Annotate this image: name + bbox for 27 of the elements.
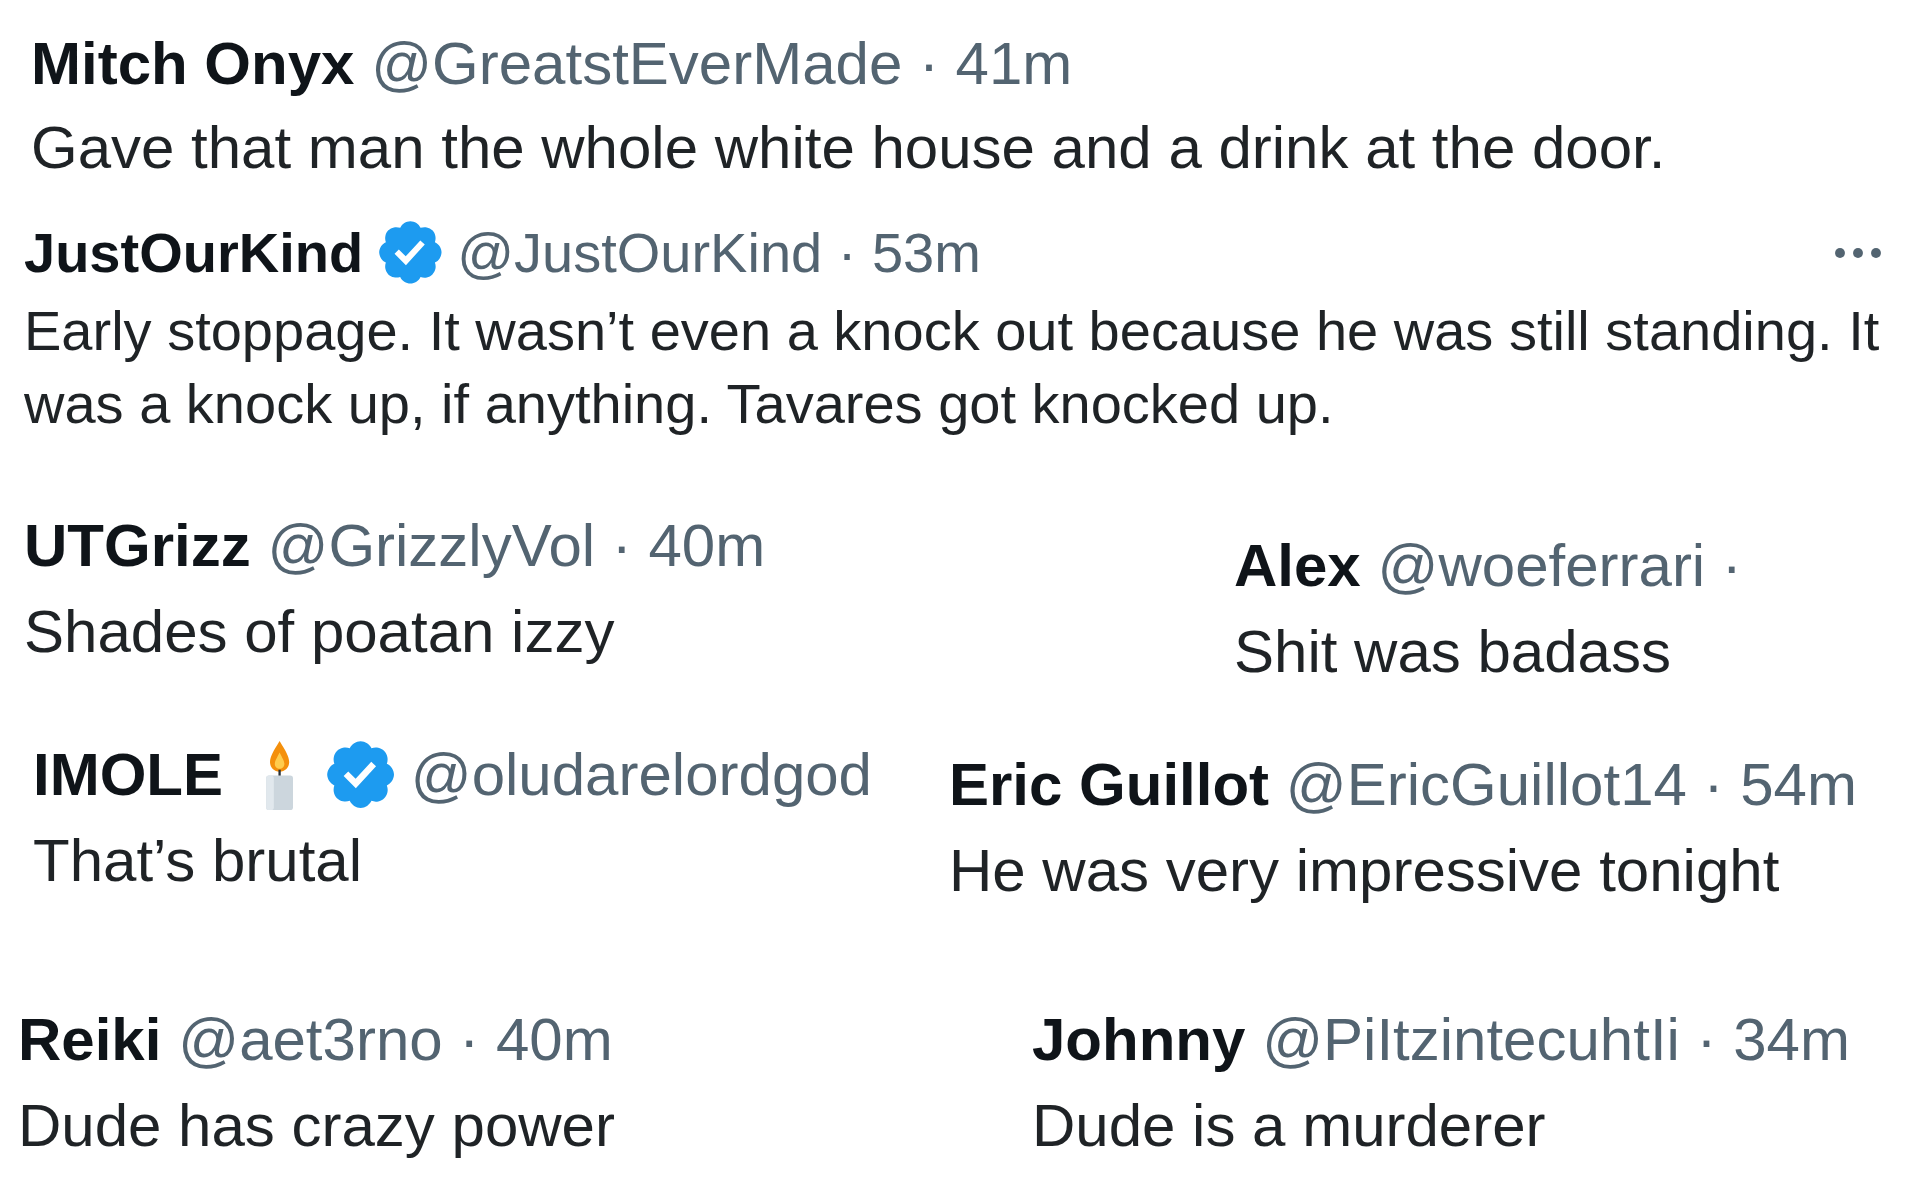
handle-and-time: @GreatstEverMade · 41m [371,29,1073,99]
author-name[interactable]: JustOurKind [24,216,364,289]
reply-text: He was very impressive tonight [949,836,1781,906]
reply-text: Early stoppage. It wasn’t even a knock out because he was still standing. It was a knock up, if anything. Tavares got knocked up. [24,298,1881,437]
handle-and-time: @EricGuillot14 · 54m [1285,750,1857,820]
reply-text: Gave that man the whole white house and a drink at the door. [31,113,1667,183]
verified-badge-icon [326,741,394,809]
verified-badge-icon [378,221,442,284]
handle-and-time: @JustOurKind · 53m [457,220,981,286]
author-name[interactable]: Reiki [18,997,162,1083]
author-name[interactable]: Johnny [1032,997,1246,1083]
author-name[interactable]: UTGrizz [24,503,251,589]
handle-and-time: @GrizzlyVol · 40m [267,511,766,581]
reply-text: Shit was badass [1234,617,1672,687]
more-options-icon[interactable] [1834,246,1882,259]
reply-text: Dude has crazy power [18,1091,616,1161]
author-name[interactable]: Eric Guillot [949,742,1270,828]
handle-and-time: @PiItzintecuhtIi · 34m [1262,1005,1850,1075]
reply-text: That’s brutal [33,826,364,896]
author-name[interactable]: IMOLE [33,732,223,818]
reply-text: Shades of poatan izzy [24,597,616,667]
author-name[interactable]: Mitch Onyx [31,22,355,106]
handle-and-time: @woeferrari · [1377,531,1742,601]
author-name[interactable]: Alex [1234,523,1361,609]
reply-text: Dude is a murderer [1032,1091,1547,1161]
handle-and-time: @oludarelordgod [410,740,872,810]
handle-and-time: @aet3rno · 40m [178,1005,613,1075]
